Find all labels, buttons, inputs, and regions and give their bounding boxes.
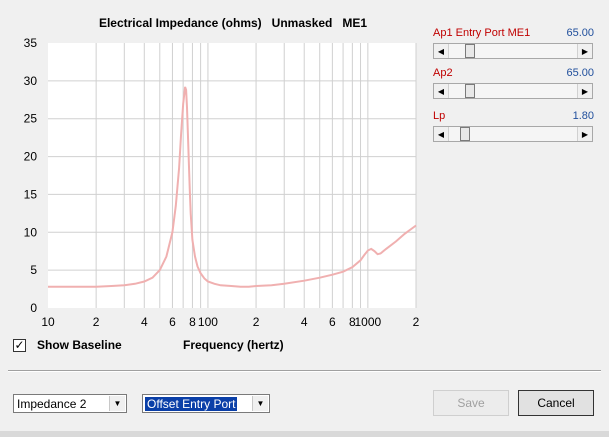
- offset-dropdown-value: Offset Entry Port: [145, 397, 238, 411]
- x-tick-label: 2: [413, 315, 420, 329]
- slider-value: 65.00: [566, 27, 594, 39]
- x-axis-ticks: 10 2 4 6 8 100 2 4 6 81000 2: [41, 315, 419, 329]
- scroll-left-icon[interactable]: ◀: [434, 84, 449, 98]
- chevron-down-icon[interactable]: ▼: [252, 396, 268, 411]
- slider-thumb[interactable]: [460, 127, 470, 141]
- slider-label: Ap2: [433, 67, 453, 79]
- x-tick-label: 2: [253, 315, 260, 329]
- y-tick-label: 10: [24, 225, 38, 239]
- y-axis-ticks: 0 5 10 15 20 25 30 35: [24, 36, 38, 315]
- y-tick-label: 35: [24, 36, 38, 50]
- impedance-dropdown[interactable]: Impedance 2 ▼: [13, 394, 127, 413]
- window-bottom-edge: [0, 431, 609, 437]
- chevron-down-icon[interactable]: ▼: [109, 396, 125, 411]
- scroll-left-icon[interactable]: ◀: [434, 127, 449, 141]
- cancel-button[interactable]: Cancel: [518, 390, 594, 416]
- scroll-left-icon[interactable]: ◀: [434, 44, 449, 58]
- x-tick-label: 8: [189, 315, 196, 329]
- slider-scrollbar[interactable]: ◀ ▶: [433, 83, 593, 99]
- show-baseline-checkbox[interactable]: ✓: [13, 339, 26, 352]
- y-tick-label: 5: [30, 263, 37, 277]
- x-tick-label: 10: [41, 315, 55, 329]
- x-tick-label: 1000: [355, 315, 382, 329]
- y-tick-label: 25: [24, 112, 38, 126]
- y-tick-label: 15: [24, 187, 38, 201]
- slider-value: 65.00: [566, 67, 594, 79]
- scroll-right-icon[interactable]: ▶: [577, 84, 592, 98]
- x-tick-label: 6: [329, 315, 336, 329]
- slider-label: Lp: [433, 110, 446, 122]
- y-tick-label: 30: [24, 74, 38, 88]
- save-button[interactable]: Save: [433, 390, 509, 416]
- divider: [8, 370, 601, 372]
- show-baseline-label: Show Baseline: [37, 338, 122, 352]
- slider-label: Ap1 Entry Port ME1: [433, 27, 531, 39]
- x-tick-label: 100: [198, 315, 218, 329]
- slider-scrollbar[interactable]: ◀ ▶: [433, 43, 593, 59]
- y-tick-label: 20: [24, 150, 38, 164]
- scroll-right-icon[interactable]: ▶: [577, 44, 592, 58]
- slider-thumb[interactable]: [464, 84, 475, 98]
- impedance-chart: 05101520253035 10 2 4 6 8 100 2 4 6 81000 2 Electr…: [24, 16, 420, 329]
- x-tick-label: 4: [301, 315, 308, 329]
- x-axis-title: Frequency (hertz): [183, 338, 284, 352]
- slider-value: 1.80: [572, 110, 594, 122]
- x-tick-label: 2: [93, 315, 100, 329]
- impedance-dropdown-value: Impedance 2: [17, 397, 87, 411]
- x-tick-label: 4: [141, 315, 148, 329]
- y-tick-label: 0: [30, 301, 37, 315]
- offset-dropdown[interactable]: Offset Entry Port ▼: [142, 394, 270, 413]
- slider-thumb[interactable]: [464, 44, 475, 58]
- x-tick-label: 6: [169, 315, 176, 329]
- scroll-right-icon[interactable]: ▶: [577, 127, 592, 141]
- slider-scrollbar[interactable]: ◀ ▶: [433, 126, 593, 142]
- chart-title: Electrical Impedance (ohms) Unmasked ME1: [99, 16, 367, 30]
